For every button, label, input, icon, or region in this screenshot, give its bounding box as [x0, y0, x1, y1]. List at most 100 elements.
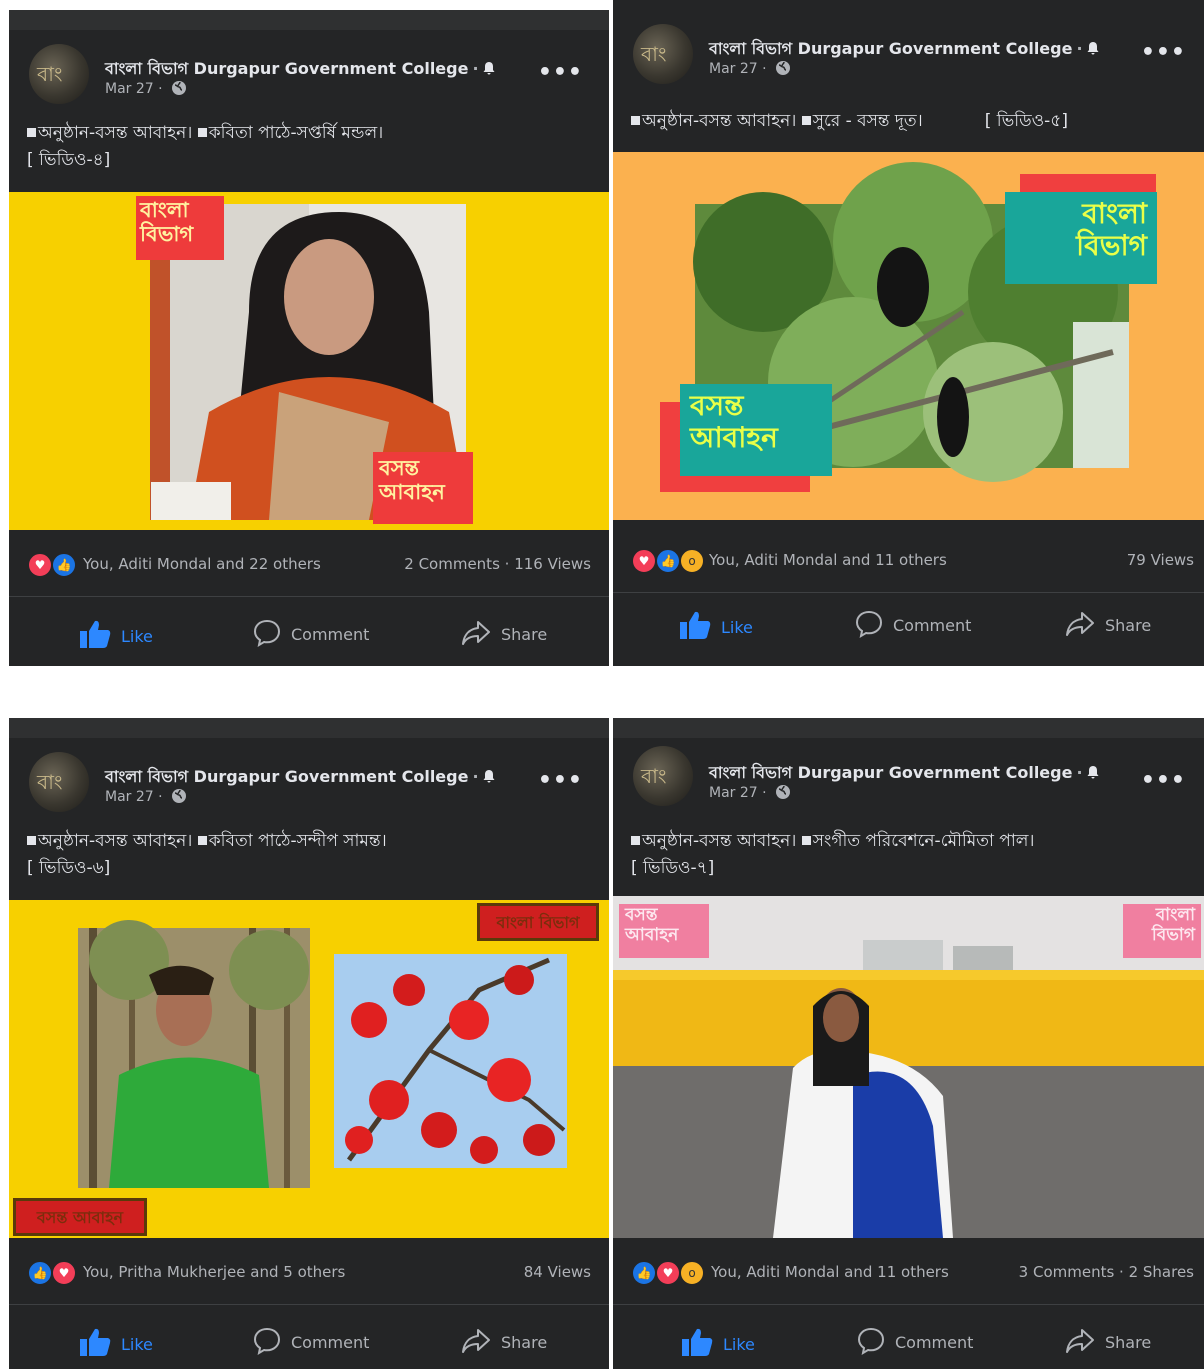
video-frame [150, 204, 469, 520]
reactions-bar: 👍 ♥ o You, Aditi Mondal and 11 others 3 … [613, 1238, 1204, 1305]
post-date[interactable]: Mar 27 [105, 81, 154, 97]
like-icon: 👍 [655, 548, 681, 574]
like-label: Like [121, 627, 153, 646]
caption-text-2: সুরে - বসন্ত দূত। [812, 111, 923, 131]
comment-label: Comment [893, 616, 972, 635]
caption-video-tag: [ ভিডিও-৫] [984, 111, 1068, 131]
views-count[interactable]: 79 Views [1127, 551, 1194, 569]
like-button[interactable]: Like [79, 1327, 153, 1357]
square-bullet-icon [27, 128, 36, 137]
love-icon: ♥ [51, 1260, 77, 1286]
page-avatar[interactable]: বাং [29, 752, 89, 812]
post-date[interactable]: Mar 27 [105, 789, 154, 805]
comment-button[interactable]: Comment [253, 1327, 370, 1356]
badge-bangla-bibhag: বাংলা বিভাগ [1005, 192, 1157, 284]
share-button[interactable]: Share [1065, 1327, 1151, 1355]
post-card-4: বাং বাংলা বিভাগ Durgapur Government Coll… [613, 718, 1204, 1369]
square-bullet-icon [197, 836, 207, 845]
caption-text-2: কবিতা পাঠে-সপ্তর্ষি মন্ডল। [208, 123, 384, 143]
badge-text: বাংলা বিভাগ [140, 198, 194, 247]
caption-text-1: অনুষ্ঠান-বসন্ত আবাহন। [642, 831, 802, 851]
page-name[interactable]: বাংলা বিভাগ Durgapur Government College [709, 763, 1072, 782]
thumbs-up-icon [80, 620, 111, 648]
reactors-text[interactable]: You, Aditi Mondal and 11 others [709, 551, 947, 569]
action-bar: Like Comment Share [613, 1305, 1204, 1369]
comment-button[interactable]: Comment [253, 619, 370, 648]
post-date[interactable]: Mar 27 [709, 785, 758, 801]
comment-button[interactable]: Comment [855, 610, 972, 639]
badge-text: বসন্ত আবাহন [690, 389, 778, 455]
caption-text-1: অনুষ্ঠান-বসন্ত আবাহন। [642, 111, 802, 131]
page-avatar[interactable]: বাং [633, 746, 693, 806]
comment-icon [253, 1327, 281, 1356]
action-bar: Like Comment Share [9, 597, 609, 666]
page-avatar[interactable]: বাং [633, 24, 693, 84]
more-options-icon[interactable]: ••• [538, 60, 583, 85]
comments-shares-count[interactable]: 3 Comments · 2 Shares [1019, 1263, 1194, 1281]
caption-text-2: সংগীত পরিবেশনে-মৌমিতা পাল। [812, 831, 1035, 851]
square-bullet-icon [631, 116, 640, 125]
like-label: Like [721, 618, 753, 637]
wow-icon: o [679, 1260, 705, 1286]
page-name[interactable]: বাংলা বিভাগ Durgapur Government College [105, 767, 468, 786]
badge-text: বাংলা বিভাগ [1076, 197, 1147, 263]
love-icon: ♥ [27, 552, 53, 578]
comment-button[interactable]: Comment [857, 1327, 974, 1356]
share-label: Share [501, 625, 548, 644]
post-caption: অনুষ্ঠান-বসন্ত আবাহন। কবিতা পাঠে-সপ্তর্ষ… [27, 120, 591, 174]
share-label: Share [1105, 616, 1152, 635]
bell-icon[interactable] [483, 62, 495, 75]
caption-video-tag: [ ভিডিও-৪] [27, 150, 111, 170]
reactors-text[interactable]: You, Aditi Mondal and 11 others [711, 1263, 949, 1281]
more-options-icon[interactable]: ••• [1141, 40, 1186, 65]
post-date[interactable]: Mar 27 [709, 61, 758, 77]
comments-views-count[interactable]: 2 Comments · 116 Views [404, 555, 591, 573]
video-thumbnail[interactable]: বাংলা বিভাগ বসন্ত আবাহন [9, 900, 609, 1238]
bell-icon[interactable] [1087, 42, 1099, 55]
post-card-1: বাং বাংলা বিভাগ Durgapur Government Coll… [9, 10, 609, 666]
views-count[interactable]: 84 Views [524, 1263, 591, 1281]
video-thumbnail[interactable]: বাংলা বিভাগ বসন্ত আবাহন [9, 192, 609, 530]
caption-text-2: কবিতা পাঠে-সন্দীপ সামন্ত। [208, 831, 387, 851]
badge-basanta-abahan: বসন্ত আবাহন [13, 1198, 147, 1236]
share-icon [462, 1329, 490, 1353]
like-button[interactable]: Like [679, 610, 753, 640]
more-options-icon[interactable]: ••• [538, 768, 583, 793]
share-button[interactable]: Share [461, 1327, 547, 1355]
like-button[interactable]: Like [681, 1327, 755, 1357]
page-name[interactable]: বাংলা বিভাগ Durgapur Government College [105, 59, 468, 78]
status-strip [9, 718, 609, 738]
page-name[interactable]: বাংলা বিভাগ Durgapur Government College [709, 39, 1072, 58]
caption-video-tag: [ ভিডিও-৭] [631, 858, 715, 878]
bell-icon[interactable] [1087, 766, 1099, 779]
share-label: Share [1105, 1333, 1152, 1352]
video-thumbnail[interactable]: বাংলা বিভাগ বসন্ত আবাহন [613, 152, 1204, 520]
more-options-icon[interactable]: ••• [1141, 768, 1186, 793]
badge-text: বাংলা বিভাগ [1151, 905, 1195, 945]
post-card-3: বাং বাংলা বিভাগ Durgapur Government Coll… [9, 718, 609, 1369]
comment-label: Comment [895, 1333, 974, 1352]
reactors-text[interactable]: You, Pritha Mukherjee and 5 others [83, 1263, 345, 1281]
share-button[interactable]: Share [461, 619, 547, 647]
post-caption: অনুষ্ঠান-বসন্ত আবাহন। কবিতা পাঠে-সন্দীপ … [27, 828, 591, 882]
badge-basanta-abahan: বসন্ত আবাহন [619, 904, 709, 958]
caption-text-1: অনুষ্ঠান-বসন্ত আবাহন। [38, 831, 198, 851]
badge-text: বাংলা বিভাগ [496, 913, 580, 932]
reactors-text[interactable]: You, Aditi Mondal and 22 others [83, 555, 321, 573]
badge-basanta-abahan: বসন্ত আবাহন [680, 384, 832, 476]
bell-icon[interactable] [483, 770, 495, 783]
post-header: বাং বাংলা বিভাগ Durgapur Government Coll… [613, 0, 1204, 90]
action-bar: Like Comment Share [613, 592, 1204, 662]
action-bar: Like Comment Share [9, 1305, 609, 1369]
share-button[interactable]: Share [1065, 610, 1151, 638]
video-thumbnail[interactable]: বসন্ত আবাহন বাংলা বিভাগ [613, 896, 1204, 1238]
page-avatar[interactable]: বাং [29, 44, 89, 104]
comment-label: Comment [291, 1333, 370, 1352]
square-bullet-icon [801, 836, 811, 845]
globe-icon [776, 61, 791, 75]
wow-icon: o [679, 548, 705, 574]
like-button[interactable]: Like [79, 619, 153, 649]
post-header: বাং বাংলা বিভাগ Durgapur Government Coll… [9, 30, 609, 120]
badge-bangla-bibhag: বাংলা বিভাগ [1123, 904, 1201, 958]
comment-label: Comment [291, 625, 370, 644]
